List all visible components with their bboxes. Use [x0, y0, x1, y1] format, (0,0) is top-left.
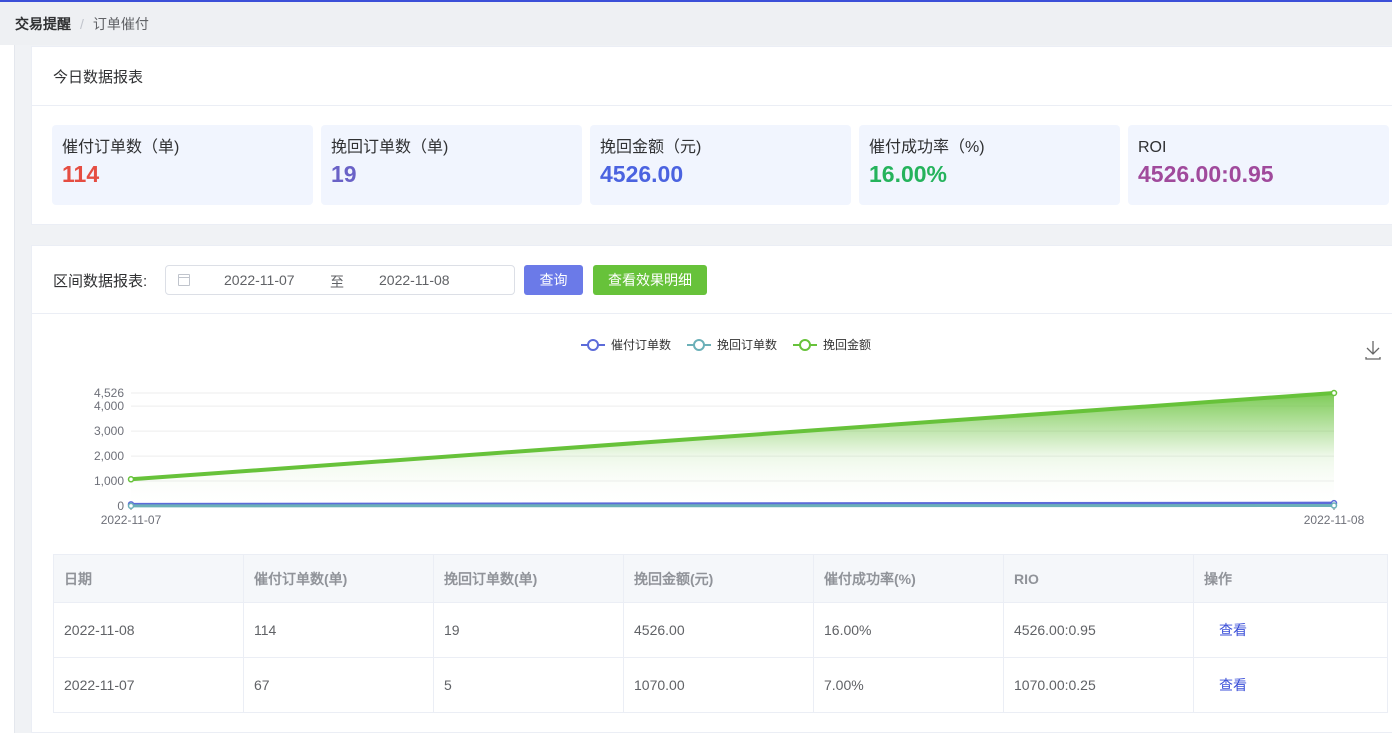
legend-item-2: 挽回金额: [823, 337, 871, 352]
table-cell-rio: 1070.00:0.25: [1003, 657, 1194, 713]
table-header-recovered-amount: 挽回金额(元): [623, 554, 814, 603]
stat-card-roi: ROI 4526.00:0.95: [1128, 125, 1389, 205]
stat-label: 催付订单数（单): [62, 139, 180, 156]
date-range-picker[interactable]: 2022-11-07 至 2022-11-08: [165, 265, 515, 295]
stat-list: 催付订单数（单) 114 挽回订单数（单) 19 挽回金额（元) 4526.00…: [52, 125, 1389, 205]
range-report-card: 区间数据报表: 2022-11-07 至 2022-11-08 查询 查看效果明…: [31, 245, 1392, 733]
stat-card-recovered-orders: 挽回订单数（单) 19: [321, 125, 582, 205]
y-tick-label: 1,000: [94, 474, 124, 488]
breadcrumb-item-order-reminder: 订单催付: [92, 15, 149, 32]
table-cell-recovered-amount: 4526.00: [623, 602, 814, 658]
table-header-action: 操作: [1193, 554, 1388, 603]
breadcrumb-item-trade-alert[interactable]: 交易提醒: [15, 14, 71, 34]
stat-label: 挽回金额（元): [600, 139, 702, 156]
table-header-row: 日期 催付订单数(单) 挽回订单数(单) 挽回金额(元) 催付成功率(%) RI…: [53, 554, 1388, 603]
data-point: [127, 476, 135, 483]
table-cell-recovered-orders: 5: [433, 657, 624, 713]
view-link[interactable]: 查看: [1193, 602, 1388, 658]
y-tick-label: 4,526: [94, 386, 124, 400]
y-tick-label: 4,000: [94, 399, 124, 413]
stat-value: 4526.00: [600, 161, 684, 187]
table-cell-date: 2022-11-08: [53, 602, 244, 658]
download-icon[interactable]: [1365, 341, 1381, 360]
y-tick-label: 3,000: [94, 424, 124, 438]
today-report-card: 今日数据报表 催付订单数（单) 114 挽回订单数（单) 19 挽回金额（元) …: [31, 46, 1392, 225]
start-date-input[interactable]: 2022-11-07: [224, 272, 295, 288]
date-range-separator: 至: [330, 274, 344, 290]
legend-marker: [587, 339, 599, 351]
legend-marker: [799, 339, 811, 351]
table-cell-rio: 4526.00:0.95: [1003, 602, 1194, 658]
table-header-date: 日期: [53, 554, 244, 603]
table-cell-reminder-orders: 67: [243, 657, 434, 713]
stat-label: 挽回订单数（单): [331, 139, 449, 156]
stat-label: 催付成功率（%): [869, 139, 985, 156]
breadcrumb: 交易提醒 / 订单催付: [0, 2, 1392, 45]
series-area-recovered-amount: [131, 393, 1334, 506]
table-cell-date: 2022-11-07: [53, 657, 244, 713]
data-point: [127, 502, 135, 510]
range-data-table: 日期 催付订单数(单) 挽回订单数(单) 挽回金额(元) 催付成功率(%) RI…: [53, 554, 1388, 713]
calendar-icon: [178, 274, 190, 286]
y-tick-label: 0: [117, 499, 124, 513]
sidebar-edge: [0, 45, 15, 733]
breadcrumb-separator: /: [80, 15, 84, 32]
today-report-title: 今日数据报表: [32, 47, 1392, 106]
stat-value: 19: [331, 161, 357, 187]
view-detail-button[interactable]: 查看效果明细: [593, 265, 707, 295]
view-link[interactable]: 查看: [1193, 657, 1388, 713]
range-report-label: 区间数据报表:: [53, 273, 148, 290]
legend-item-1: 挽回订单数: [717, 337, 777, 352]
table-cell-recovered-amount: 1070.00: [623, 657, 814, 713]
legend-item-0: 催付订单数: [611, 337, 671, 352]
stat-card-recovered-amount: 挽回金额（元) 4526.00: [590, 125, 851, 205]
table-cell-success-rate: 16.00%: [813, 602, 1004, 658]
range-filter-bar: 区间数据报表: 2022-11-07 至 2022-11-08 查询 查看效果明…: [32, 246, 1392, 314]
stat-card-reminder-orders: 催付订单数（单) 114: [52, 125, 313, 205]
data-point: [1330, 502, 1338, 509]
table-header-recovered-orders: 挽回订单数(单): [433, 554, 624, 603]
stat-value: 4526.00:0.95: [1138, 161, 1274, 187]
trend-line-chart: 0 1,000 2,000 3,000 4,0004,526 2022-11-07 2022…: [94, 337, 1381, 527]
data-point: [1330, 389, 1338, 397]
x-tick-label: 2022-11-07: [101, 513, 162, 527]
table-row: 2022-11-08 114 19 4526.00 16.00% 4526.00…: [53, 602, 1388, 658]
x-tick-label: 2022-11-08: [1304, 513, 1365, 527]
end-date-input[interactable]: 2022-11-08: [379, 272, 450, 288]
stat-value: 114: [62, 161, 100, 187]
stat-card-success-rate: 催付成功率（%) 16.00%: [859, 125, 1120, 205]
query-button[interactable]: 查询: [524, 265, 583, 295]
table-header-rio: RIO: [1003, 554, 1194, 603]
table-header-reminder-orders: 催付订单数(单): [243, 554, 434, 603]
table-cell-success-rate: 7.00%: [813, 657, 1004, 713]
table-row: 2022-11-07 67 5 1070.00 7.00% 1070.00:0.…: [53, 657, 1388, 713]
stat-value: 16.00%: [869, 161, 948, 187]
table-cell-recovered-orders: 19: [433, 602, 624, 658]
table-header-success-rate: 催付成功率(%): [813, 554, 1004, 603]
y-tick-label: 2,000: [94, 449, 124, 463]
legend-marker: [693, 339, 705, 351]
table-cell-reminder-orders: 114: [243, 602, 434, 658]
stat-label: ROI: [1138, 139, 1167, 156]
